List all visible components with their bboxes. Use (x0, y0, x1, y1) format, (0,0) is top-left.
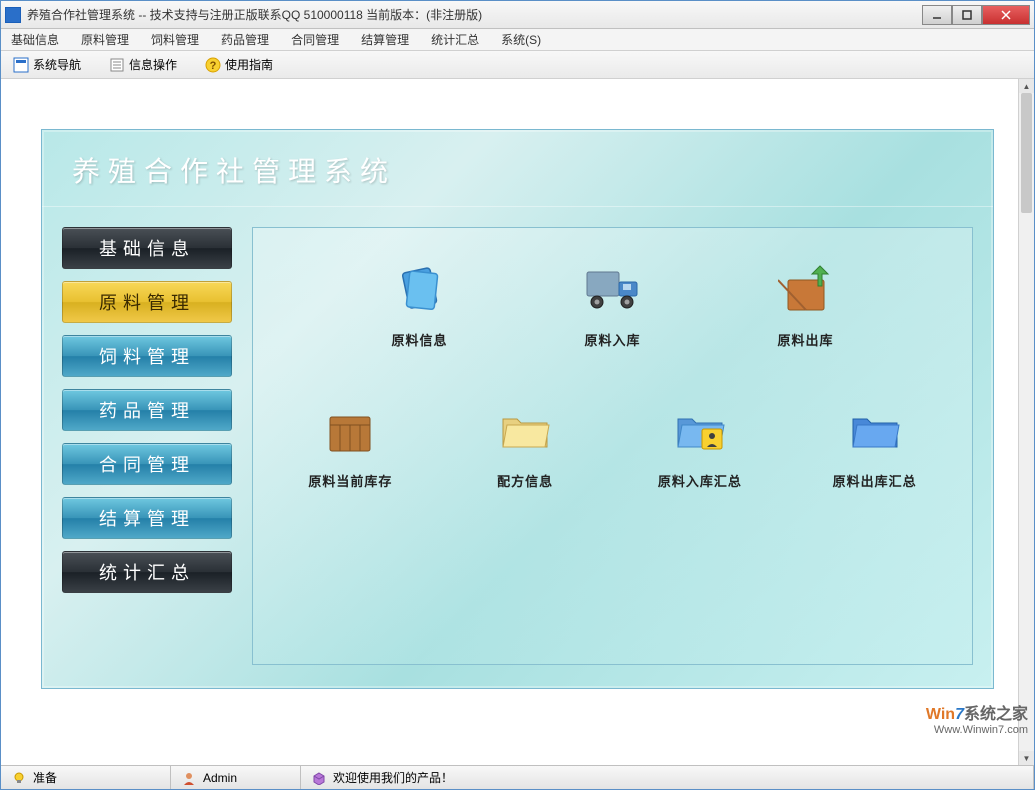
folder-blue-icon (843, 399, 907, 463)
icon-item-material-info[interactable]: 原料信息 (388, 258, 452, 349)
nav-icon (13, 57, 29, 73)
svg-text:?: ? (210, 60, 217, 72)
icon-label: 原料出库汇总 (833, 471, 917, 490)
window-title: 养殖合作社管理系统 -- 技术支持与注册正版联系QQ 510000118 当前版… (27, 6, 922, 23)
status-welcome: 欢迎使用我们的产品！ (301, 766, 1034, 789)
tool-info[interactable]: 信息操作 (103, 54, 183, 75)
user-icon (181, 770, 197, 786)
icon-item-formula[interactable]: 配方信息 (493, 399, 557, 490)
watermark: Win7系统之家 Www.Winwin7.com (926, 705, 1028, 737)
app-icon (5, 7, 21, 23)
info-icon (109, 57, 125, 73)
sidebar-item-contract[interactable]: 合同管理 (62, 443, 232, 485)
icon-row-1: 原料信息 原料入库 原料出库 (273, 258, 952, 349)
status-ready: 准备 (1, 766, 171, 789)
menu-stats[interactable]: 统计汇总 (427, 29, 483, 50)
menu-contract[interactable]: 合同管理 (287, 29, 343, 50)
icon-item-stock[interactable]: 原料当前库存 (308, 399, 392, 490)
sidebar-item-label: 结算管理 (99, 505, 195, 531)
scroll-up-icon[interactable]: ▲ (1019, 79, 1034, 93)
icon-item-in-summary[interactable]: 原料入库汇总 (658, 399, 742, 490)
icon-label: 配方信息 (497, 471, 553, 490)
icon-item-material-in[interactable]: 原料入库 (581, 258, 645, 349)
main-panel: 养殖合作社管理系统 基础信息 原料管理 饲料管理 药品管理 合同管理 结算管理 … (41, 129, 994, 689)
sidebar-item-label: 统计汇总 (99, 559, 195, 585)
icon-row-2: 原料当前库存 配方信息 原料入库汇总 (273, 399, 952, 490)
status-ready-label: 准备 (33, 769, 57, 786)
tool-info-label: 信息操作 (129, 56, 177, 73)
content-area: ▲ ▼ 养殖合作社管理系统 基础信息 原料管理 饲料管理 药品管理 合同管理 结… (1, 79, 1034, 765)
scroll-down-icon[interactable]: ▼ (1019, 751, 1034, 765)
sidebar-item-label: 合同管理 (99, 451, 195, 477)
status-welcome-label: 欢迎使用我们的产品！ (333, 769, 453, 786)
statusbar: 准备 Admin 欢迎使用我们的产品！ (1, 765, 1034, 789)
help-icon: ? (205, 57, 221, 73)
menu-material[interactable]: 原料管理 (77, 29, 133, 50)
icon-panel: 原料信息 原料入库 原料出库 (252, 227, 973, 665)
titlebar[interactable]: 养殖合作社管理系统 -- 技术支持与注册正版联系QQ 510000118 当前版… (1, 1, 1034, 29)
menu-drug[interactable]: 药品管理 (217, 29, 273, 50)
sidebar-item-label: 原料管理 (99, 289, 195, 315)
tool-nav[interactable]: 系统导航 (7, 54, 87, 75)
icon-label: 原料入库汇总 (658, 471, 742, 490)
watermark-url: Www.Winwin7.com (926, 724, 1028, 737)
box-up-icon (774, 258, 838, 322)
bulb-icon (11, 770, 27, 786)
vertical-scrollbar[interactable]: ▲ ▼ (1018, 79, 1034, 765)
app-window: 养殖合作社管理系统 -- 技术支持与注册正版联系QQ 510000118 当前版… (0, 0, 1035, 790)
watermark-win: Win (926, 706, 955, 723)
icon-item-material-out[interactable]: 原料出库 (774, 258, 838, 349)
close-button[interactable] (982, 5, 1030, 25)
sidebar-item-label: 基础信息 (99, 235, 195, 261)
crate-icon (318, 399, 382, 463)
menu-system[interactable]: 系统(S) (497, 29, 545, 50)
menu-settlement[interactable]: 结算管理 (357, 29, 413, 50)
sidebar-item-settlement[interactable]: 结算管理 (62, 497, 232, 539)
maximize-button[interactable] (952, 5, 982, 25)
truck-icon (581, 258, 645, 322)
watermark-7: 7 (955, 706, 964, 723)
doc-icon (388, 258, 452, 322)
scrollbar-thumb[interactable] (1021, 93, 1032, 213)
folder-icon (493, 399, 557, 463)
icon-label: 原料信息 (391, 330, 447, 349)
tool-guide-label: 使用指南 (225, 56, 273, 73)
sidebar-item-basic[interactable]: 基础信息 (62, 227, 232, 269)
tool-nav-label: 系统导航 (33, 56, 81, 73)
sidebar-item-label: 饲料管理 (99, 343, 195, 369)
sidebar-item-label: 药品管理 (99, 397, 195, 423)
toolbar: 系统导航 信息操作 ? 使用指南 (1, 51, 1034, 79)
menu-feed[interactable]: 饲料管理 (147, 29, 203, 50)
menu-basic-info[interactable]: 基础信息 (7, 29, 63, 50)
icon-label: 原料入库 (584, 330, 640, 349)
watermark-text: 系统之家 (964, 706, 1028, 723)
icon-item-out-summary[interactable]: 原料出库汇总 (833, 399, 917, 490)
sidebar-item-material[interactable]: 原料管理 (62, 281, 232, 323)
status-user: Admin (171, 766, 301, 789)
sidebar-item-stats[interactable]: 统计汇总 (62, 551, 232, 593)
sidebar-item-feed[interactable]: 饲料管理 (62, 335, 232, 377)
sidebar-item-drug[interactable]: 药品管理 (62, 389, 232, 431)
folder-person-icon (668, 399, 732, 463)
panel-body: 基础信息 原料管理 饲料管理 药品管理 合同管理 结算管理 统计汇总 (42, 207, 993, 685)
box-icon (311, 770, 327, 786)
icon-label: 原料出库 (777, 330, 833, 349)
window-controls (922, 5, 1030, 25)
icon-label: 原料当前库存 (308, 471, 392, 490)
panel-title: 养殖合作社管理系统 (42, 130, 993, 207)
minimize-button[interactable] (922, 5, 952, 25)
sidebar-nav: 基础信息 原料管理 饲料管理 药品管理 合同管理 结算管理 统计汇总 (62, 227, 232, 665)
tool-guide[interactable]: ? 使用指南 (199, 54, 279, 75)
menubar: 基础信息 原料管理 饲料管理 药品管理 合同管理 结算管理 统计汇总 系统(S) (1, 29, 1034, 51)
status-user-label: Admin (203, 771, 237, 785)
